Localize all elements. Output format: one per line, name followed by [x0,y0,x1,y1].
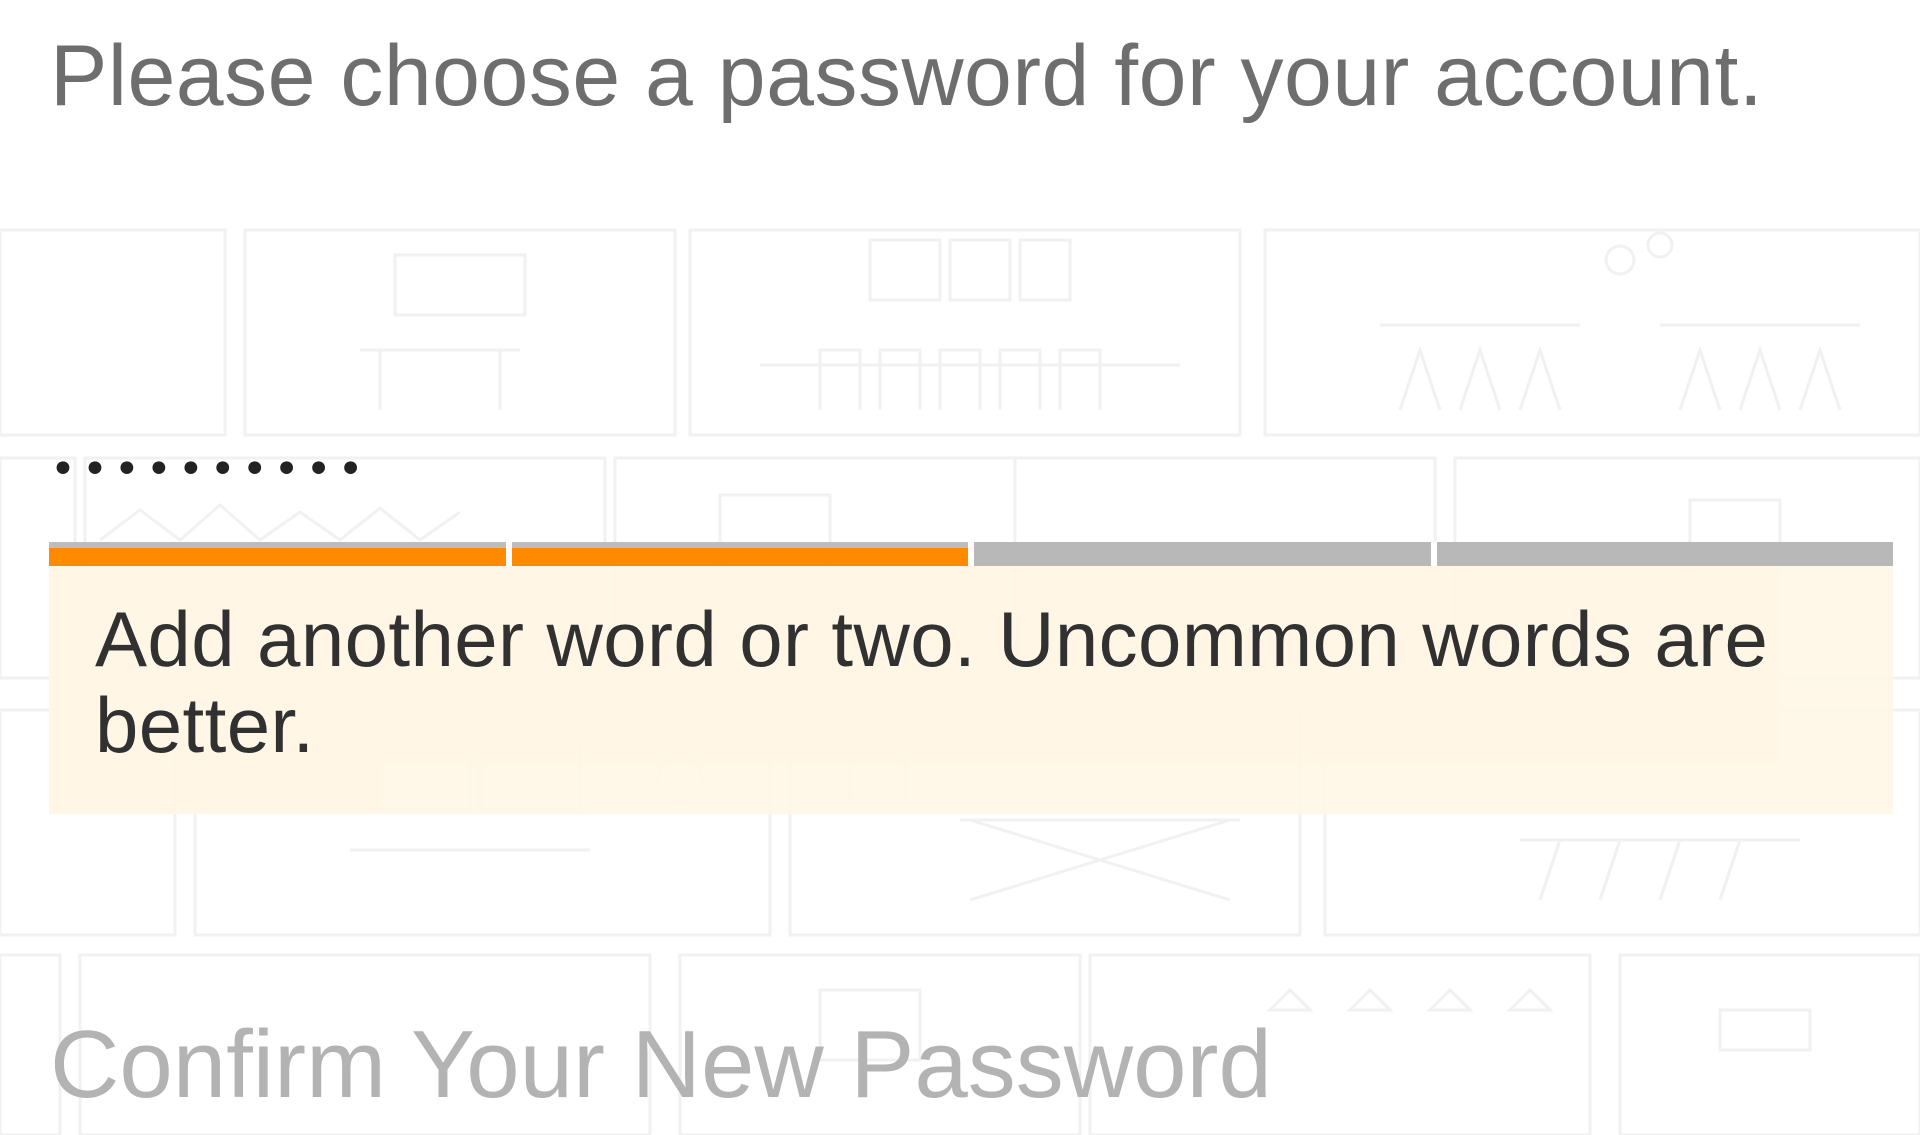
new-password-input[interactable]: •••••••••• [50,420,1890,520]
confirm-password-placeholder: Confirm Your New Password [50,1011,1272,1118]
password-setup-page: Please choose a password for your accoun… [0,0,1920,1135]
strength-segment-1 [49,542,506,566]
form-content: Please choose a password for your accoun… [0,0,1920,1135]
strength-segment-3 [974,542,1431,566]
password-masked-value: •••••••••• [50,444,370,495]
confirm-password-input[interactable]: Confirm Your New Password [50,1010,1890,1130]
strength-segment-2 [511,542,968,566]
password-feedback-text: Add another word or two. Uncommon words … [95,595,1769,769]
strength-segment-4 [1436,542,1893,566]
password-feedback-panel: Add another word or two. Uncommon words … [49,566,1893,814]
password-instructions: Please choose a password for your accoun… [50,28,1764,124]
password-strength-meter [49,542,1893,566]
